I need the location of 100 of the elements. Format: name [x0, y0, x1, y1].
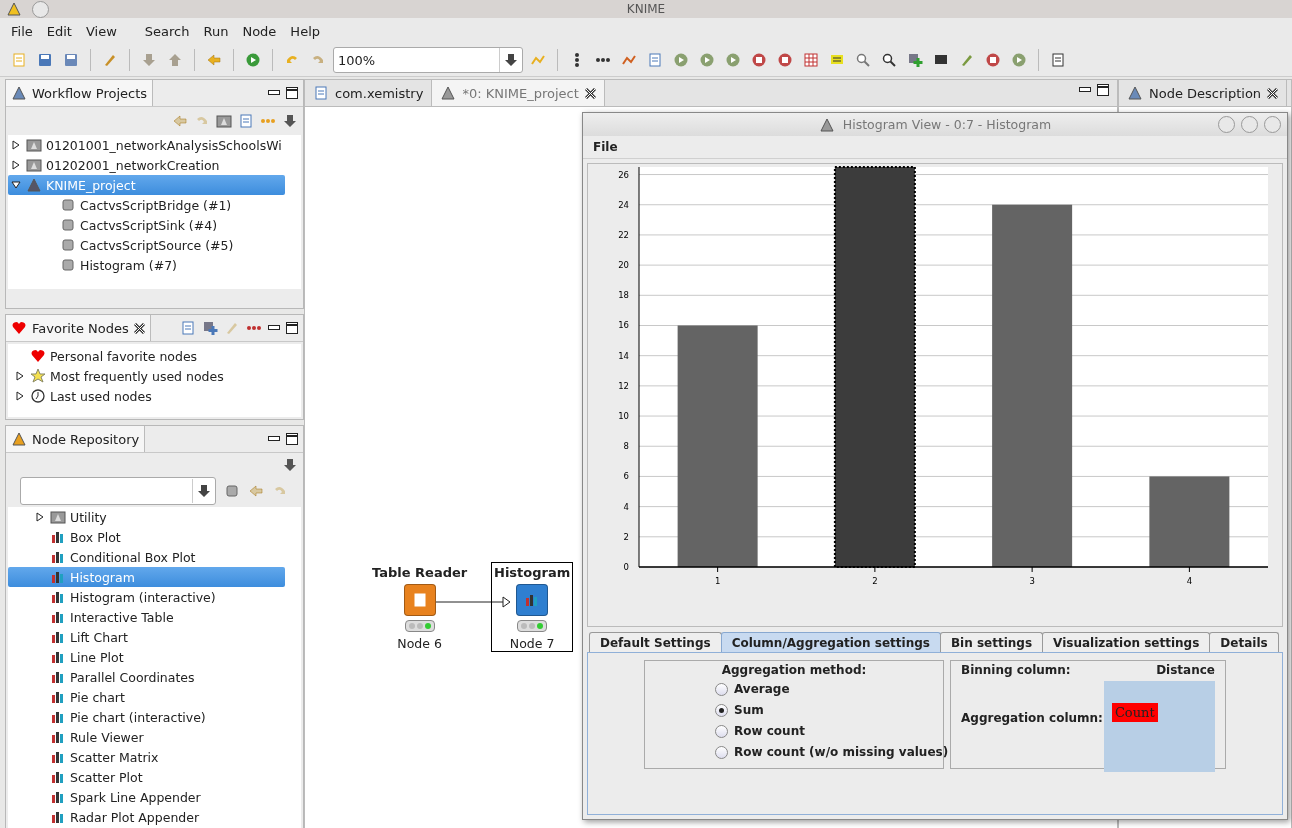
settings-tab[interactable]: Default Settings: [589, 632, 722, 652]
maximize-icon[interactable]: [286, 433, 298, 445]
column-list[interactable]: Count: [1103, 681, 1215, 772]
close-icon[interactable]: [133, 322, 145, 334]
back-icon: [206, 52, 222, 68]
import-icon: [141, 52, 157, 68]
folder-icon: [26, 137, 42, 153]
minimize-icon[interactable]: [268, 90, 280, 96]
tree-item[interactable]: 01202001_networkCreation: [8, 155, 285, 175]
heart-icon: [11, 320, 27, 336]
tree-item[interactable]: Conditional Box Plot: [8, 547, 285, 567]
tree-item[interactable]: Scatter Plot: [8, 767, 285, 787]
window-menu-button[interactable]: [32, 1, 49, 18]
help-icon: [1127, 85, 1143, 101]
tree-item[interactable]: Histogram (interactive): [8, 587, 285, 607]
tree-item[interactable]: Interactive Table: [8, 607, 285, 627]
settings-tab[interactable]: Column/Aggregation settings: [720, 632, 941, 652]
chart-icon: [50, 709, 66, 725]
axis-label: 4: [1186, 576, 1193, 586]
menu-item[interactable]: View: [78, 23, 124, 39]
tree-item[interactable]: Radar Plot Appender: [8, 807, 285, 827]
minimize-icon[interactable]: [268, 325, 280, 331]
axis-label: 0: [623, 562, 629, 572]
tree-item[interactable]: CactvsScriptSink (#4): [8, 215, 285, 235]
panel-tab[interactable]: Workflow Projects: [6, 80, 154, 106]
column-item[interactable]: Count: [1111, 703, 1158, 722]
chart-icon: [50, 629, 66, 645]
tree-item[interactable]: Histogram (#7): [8, 255, 285, 275]
chart-icon: [50, 749, 66, 765]
menu-item[interactable]: Search: [137, 23, 197, 39]
panel-tab[interactable]: Node Repository: [6, 426, 146, 452]
search-field[interactable]: [20, 477, 216, 505]
axis-label: 24: [618, 199, 629, 210]
axis-label: 2: [872, 576, 878, 586]
tree-item[interactable]: Last used nodes: [8, 386, 285, 406]
radio-button[interactable]: [715, 724, 728, 738]
maximize-button[interactable]: [1241, 116, 1258, 133]
chart-icon: [50, 649, 66, 665]
tree-item[interactable]: Scatter Matrix: [8, 747, 285, 767]
chart-icon: [50, 809, 66, 825]
tree-item[interactable]: Line Plot: [8, 647, 285, 667]
maximize-icon[interactable]: [1097, 84, 1109, 96]
close-button[interactable]: [1264, 116, 1281, 133]
view-menu-icon: [282, 113, 298, 129]
editor-tab[interactable]: *0: KNIME_project: [432, 80, 605, 106]
tree-item[interactable]: Most frequently used nodes: [8, 366, 285, 386]
tree-item[interactable]: Spark Line Appender: [8, 787, 285, 807]
tree-item[interactable]: Box Plot: [8, 527, 285, 547]
workflow-icon: [440, 85, 457, 101]
tree-item[interactable]: Pie chart (interactive): [8, 707, 285, 727]
menu-item[interactable]: Help: [283, 23, 327, 39]
maximize-icon[interactable]: [286, 87, 298, 99]
node-icon: [60, 197, 76, 213]
maximize-icon[interactable]: [286, 322, 298, 334]
tree-item[interactable]: CactvsScriptBridge (#1): [8, 195, 285, 215]
radio-button[interactable]: [715, 745, 728, 759]
radio-button[interactable]: [715, 703, 728, 717]
settings-tab[interactable]: Visualization settings: [1042, 632, 1211, 652]
axis-label: 20: [618, 260, 629, 271]
tree-item[interactable]: Parallel Coordinates: [8, 667, 285, 687]
bar[interactable]: [833, 166, 916, 568]
panel-tab[interactable]: Favorite Nodes: [6, 315, 151, 341]
tree-item[interactable]: Rule Viewer: [8, 727, 285, 747]
tree-item[interactable]: Pie chart: [8, 687, 285, 707]
menu-item[interactable]: Node: [235, 23, 284, 39]
axis-label: 4: [623, 501, 629, 512]
minimize-button[interactable]: [1218, 116, 1235, 133]
workflow-node[interactable]: Histogram Node 7: [491, 562, 574, 652]
zoom-combo[interactable]: 100%: [333, 47, 523, 73]
workflow-node[interactable]: Table Reader Node 6: [370, 563, 470, 651]
option-label: Sum: [734, 703, 764, 717]
minimize-icon[interactable]: [268, 436, 280, 442]
tree-item[interactable]: 01201001_networkAnalysisSchoolsWi: [8, 135, 285, 155]
settings-tab[interactable]: Details: [1209, 632, 1279, 652]
tree-item[interactable]: Lift Chart: [8, 627, 285, 647]
workflow-icon: [11, 85, 27, 101]
minimize-icon[interactable]: [1079, 87, 1091, 93]
stop-icon: [777, 52, 793, 68]
tree-item[interactable]: Utility: [8, 507, 285, 527]
node-icon: [60, 217, 76, 233]
close-icon[interactable]: [584, 87, 596, 99]
node-label: Node 7: [509, 636, 555, 651]
axis-label: 16: [618, 320, 629, 331]
back-icon: [248, 483, 264, 499]
settings-tab[interactable]: Bin settings: [939, 632, 1044, 652]
tree-item[interactable]: Personal favorite nodes: [8, 346, 285, 366]
close-icon[interactable]: [1267, 87, 1279, 99]
menu-item[interactable]: File: [4, 23, 40, 39]
axis-label: 18: [618, 290, 629, 301]
save-icon: [37, 52, 53, 68]
expand-arrow-icon[interactable]: [35, 512, 45, 522]
radio-button[interactable]: [715, 682, 728, 696]
menu-item[interactable]: File: [593, 140, 618, 154]
option-label: Row count: [734, 724, 805, 738]
collapse-arrow-icon[interactable]: [11, 180, 21, 190]
chart-icon: [50, 769, 66, 785]
pen-icon: [102, 52, 118, 68]
menu-item[interactable]: Run: [196, 23, 236, 39]
menu-item[interactable]: Edit: [39, 23, 79, 39]
tree-item[interactable]: CactvsScriptSource (#5): [8, 235, 285, 255]
